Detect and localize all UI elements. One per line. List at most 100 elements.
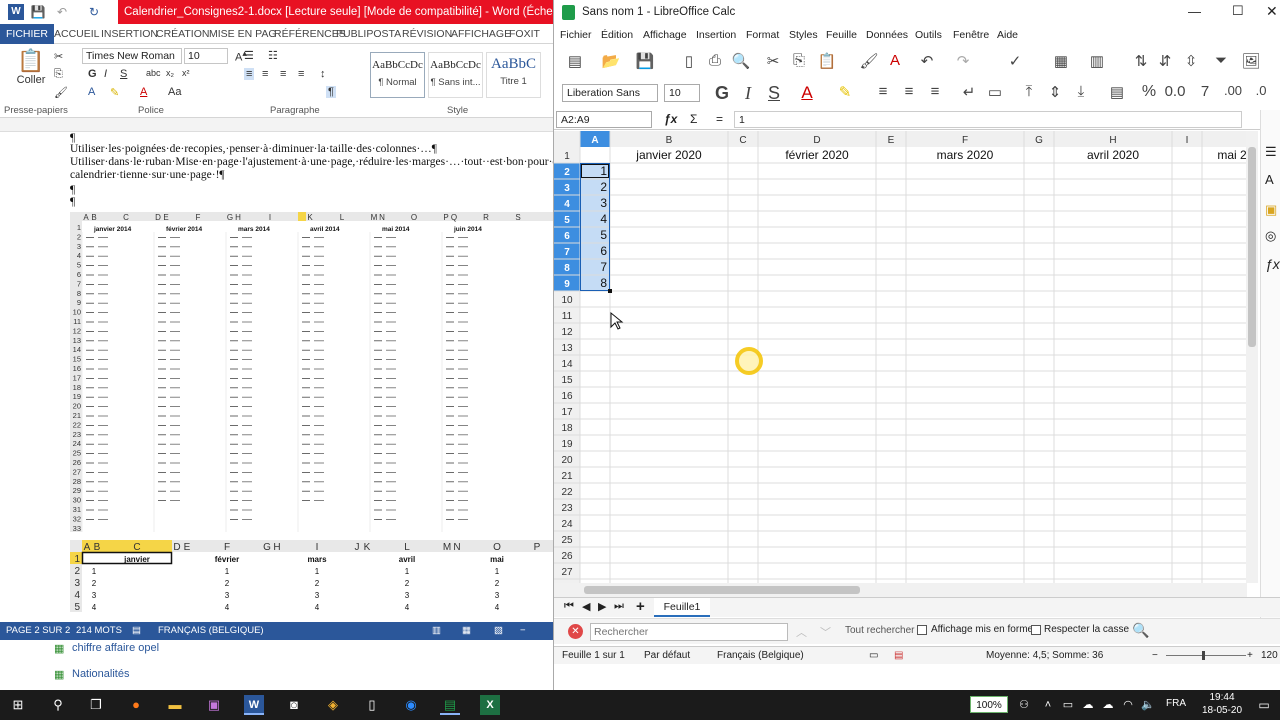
clear-format-icon[interactable]: A (884, 52, 906, 69)
layers-icon[interactable]: ◈ (323, 695, 343, 715)
underline-icon[interactable]: S (763, 83, 785, 104)
paste-icon[interactable]: 📋 (816, 52, 838, 70)
row-icon[interactable]: ▦ (1050, 52, 1072, 70)
menu-format[interactable]: Format (746, 29, 779, 41)
format-painter-icon[interactable]: 🖌 (54, 86, 68, 99)
tab-references[interactable]: RÉFÉRENCES (274, 24, 346, 44)
pilcrow-icon[interactable]: ¶ (326, 86, 336, 98)
align-left-icon[interactable]: ≡ (244, 68, 255, 80)
close-icon[interactable]: ✕ (1266, 3, 1278, 20)
cloud-icon[interactable]: ☁ (1098, 695, 1118, 715)
styles-icon[interactable]: A (1265, 172, 1274, 187)
highlight-icon[interactable]: ✎ (110, 86, 119, 99)
bold-icon[interactable]: G (88, 68, 97, 80)
font-size-select[interactable]: 10 (184, 48, 228, 64)
document-icon[interactable]: ▯ (362, 695, 382, 715)
menu-outils[interactable]: Outils (915, 29, 942, 41)
cloud-icon[interactable]: ☁ (1078, 695, 1098, 715)
decimal-icon[interactable]: 0.0 (1164, 83, 1186, 100)
redo-icon[interactable]: ↷ (952, 52, 974, 70)
file-explorer-icon[interactable]: ▬ (165, 695, 185, 715)
embedded-sheet-2[interactable]: A B C D E F G H I J K L M N O Pjanvier février mars avril m… (70, 540, 553, 612)
scroll-thumb[interactable] (584, 586, 860, 594)
zoom-level[interactable]: 120 (1261, 650, 1278, 661)
font-size-select[interactable]: 10 (664, 84, 700, 102)
spelling-icon[interactable]: ✓ (1004, 52, 1026, 70)
tab-affichage[interactable]: AFFICHAGE (451, 24, 511, 44)
paint-icon[interactable]: ▣ (204, 695, 224, 715)
sum-icon[interactable]: Σ (690, 112, 697, 126)
align-left-icon[interactable]: ≡ (872, 83, 894, 100)
embedded-calendar-sheet[interactable]: ABCDEFGHIJKLMNOPQRSjanvier 2014février 2… (70, 212, 553, 532)
sort-icon[interactable]: ⇅ (1130, 52, 1152, 70)
clock-time[interactable]: 19:44 (1200, 692, 1244, 703)
save-icon[interactable]: 💾 (634, 52, 656, 70)
notification-icon[interactable]: ▭ (1254, 695, 1274, 715)
italic-icon[interactable]: I (737, 83, 759, 104)
word-ruler[interactable] (0, 118, 553, 132)
excel-taskbar-icon[interactable]: X (480, 695, 500, 715)
selection-sum[interactable]: Moyenne: 4,5; Somme: 36 (986, 650, 1103, 661)
undo-icon[interactable]: ↶ (916, 52, 938, 70)
task-view-icon[interactable]: ❐ (86, 695, 106, 715)
network-icon[interactable]: ▭ (1058, 695, 1078, 715)
subscript-icon[interactable]: x₂ (166, 68, 174, 78)
formatted-checkbox[interactable] (917, 625, 927, 635)
font-color-icon[interactable]: A (140, 86, 147, 98)
page-style[interactable]: Par défaut (644, 650, 690, 661)
merge-cells-icon[interactable]: ▭ (984, 83, 1006, 101)
web-layout-icon[interactable]: ▧ (494, 622, 503, 640)
windows-start-icon[interactable]: ⊞ (8, 695, 28, 715)
style-no-spacing[interactable]: AaBbCcDc ¶ Sans int... (428, 52, 483, 98)
media-icon[interactable]: ◙ (284, 695, 304, 715)
input-language[interactable]: FRA (1166, 698, 1186, 709)
volume-icon[interactable]: 🔈 (1138, 695, 1158, 715)
word-count[interactable]: 214 MOTS (76, 622, 122, 640)
zoom-out-icon[interactable]: − (520, 622, 526, 640)
copy-icon[interactable]: ⎘ (54, 68, 63, 81)
minimize-icon[interactable]: — (1188, 4, 1201, 19)
menu-styles[interactable]: Styles (789, 29, 818, 41)
tab-accueil[interactable]: ACCUEIL (54, 24, 100, 44)
tab-insertion[interactable]: INSERTION (101, 24, 158, 44)
sheet-tab[interactable]: Feuille1 (654, 598, 710, 617)
image-icon[interactable]: 🖼 (1240, 52, 1262, 70)
menu-donnees[interactable]: Données (866, 29, 908, 41)
vertical-scrollbar[interactable] (1246, 131, 1258, 583)
font-color-icon[interactable]: A (796, 83, 818, 103)
spreadsheet-grid[interactable]: A B C D E F G H I1234567891011121314151617181920… (554, 131, 1247, 583)
tab-foxit[interactable]: FOXIT REA (509, 24, 553, 60)
zoom-app-icon[interactable]: ◉ (401, 695, 421, 715)
zoom-slider[interactable] (1166, 655, 1246, 656)
bold-icon[interactable]: G (711, 83, 733, 104)
align-center-icon[interactable]: ≡ (898, 83, 920, 100)
calc-taskbar-icon[interactable]: ▤ (440, 695, 460, 715)
clone-format-icon[interactable]: 🖌 (858, 52, 880, 70)
italic-icon[interactable]: I (104, 68, 107, 80)
wifi-icon[interactable]: ◠ (1118, 695, 1138, 715)
align-top-icon[interactable]: ⤒ (1018, 83, 1040, 100)
style-normal[interactable]: AaBbCcDc ¶ Normal (370, 52, 425, 98)
change-case-icon[interactable]: Aa (168, 86, 181, 98)
scroll-thumb[interactable] (1248, 147, 1256, 347)
text-effects-icon[interactable]: A (88, 86, 95, 98)
cut-icon[interactable]: ✂ (762, 52, 784, 70)
line-spacing-icon[interactable]: ↕ (320, 68, 326, 80)
justify-icon[interactable]: ≡ (298, 68, 304, 80)
copy-icon[interactable]: ⎘ (788, 52, 810, 69)
autofilter-icon[interactable]: ⏷ (1210, 52, 1232, 69)
print-icon[interactable]: ⎙ (704, 52, 726, 69)
selection-mode-icon[interactable]: ▭ (869, 650, 878, 661)
find-next-icon[interactable]: ﹀ (820, 624, 831, 640)
person-icon[interactable]: ⚇ (1014, 695, 1034, 715)
undo-icon[interactable]: ↶ (54, 4, 70, 20)
tab-mise-en-page[interactable]: MISE EN PAG (209, 24, 277, 44)
maximize-icon[interactable]: ☐ (1232, 3, 1244, 19)
menu-feuille[interactable]: Feuille (826, 29, 857, 41)
file-item[interactable]: chiffre affaire opel (72, 642, 159, 654)
gallery-icon[interactable]: ▣ (1265, 202, 1277, 218)
align-bottom-icon[interactable]: ⤓ (1070, 83, 1092, 100)
menu-affichage[interactable]: Affichage (643, 29, 687, 41)
tab-publipostage[interactable]: PUBLIPOSTA (336, 24, 401, 44)
paste-button[interactable]: 📋 Coller (14, 48, 48, 86)
